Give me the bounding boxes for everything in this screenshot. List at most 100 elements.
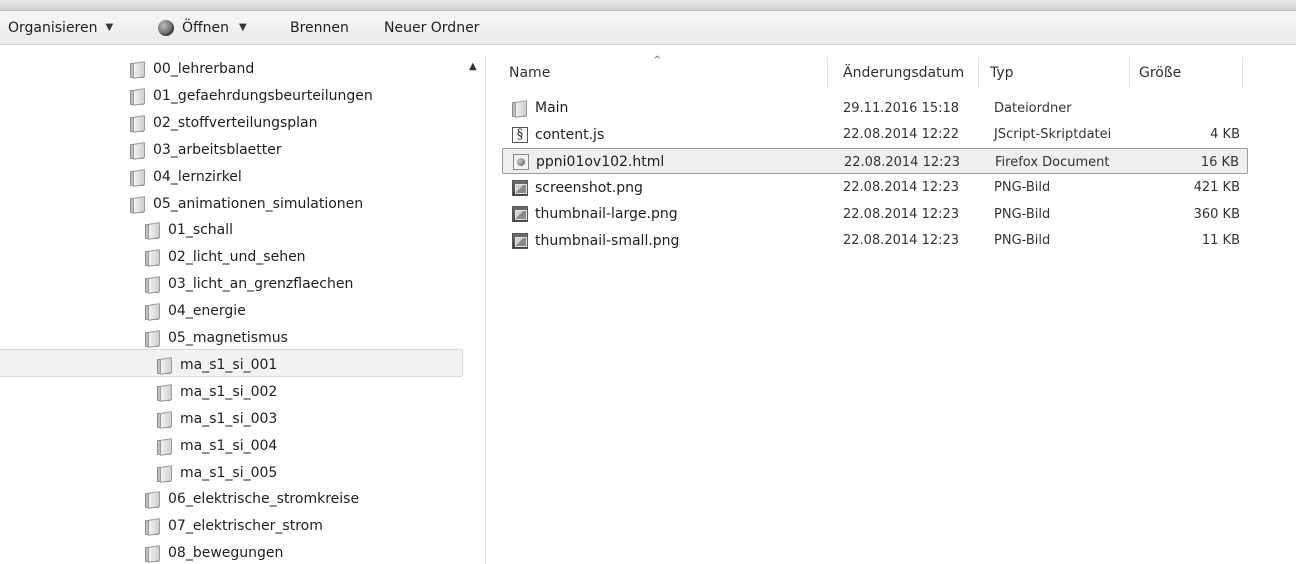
nav-tree-item-label: ma_s1_si_002 xyxy=(180,383,278,400)
file-name-cell: § content.js xyxy=(512,122,604,148)
scroll-up-arrow-icon[interactable]: ▲ xyxy=(469,61,477,72)
nav-tree-item[interactable]: 06_elektrische_stromkreise xyxy=(145,486,359,512)
nav-tree-item[interactable]: 00_lehrerband xyxy=(130,57,254,82)
file-date-cell: 29.11.2016 15:18 xyxy=(843,100,960,116)
nav-tree-item-label: 06_elektrische_stromkreise xyxy=(168,491,360,508)
folder-icon xyxy=(145,303,160,321)
nav-tree-item-label: 04_energie xyxy=(168,303,246,320)
new-folder-button[interactable]: Neuer Ordner xyxy=(384,11,479,44)
folder-icon xyxy=(512,100,527,118)
folder-icon xyxy=(145,330,160,348)
open-label: Öffnen xyxy=(182,19,230,36)
folder-icon xyxy=(145,276,160,295)
image-file-icon xyxy=(512,206,528,222)
sort-ascending-icon: ^ xyxy=(653,55,662,66)
nav-tree-item[interactable]: ma_s1_si_005 xyxy=(157,460,277,486)
file-name-cell: screenshot.png xyxy=(512,175,643,201)
column-header-name[interactable]: Name ^ xyxy=(487,55,828,89)
nav-tree-item[interactable]: 03_arbeitsblaetter xyxy=(130,137,282,163)
nav-tree-item[interactable]: ma_s1_si_001 xyxy=(157,352,277,378)
nav-tree-item[interactable]: 01_schall xyxy=(145,217,233,243)
folder-icon xyxy=(157,357,172,375)
column-header-type[interactable]: Typ xyxy=(979,57,1130,89)
file-row[interactable]: screenshot.png 22.08.2014 12:23 PNG-Bild 42… xyxy=(502,175,1248,201)
folder-icon xyxy=(157,437,172,456)
file-type-cell: PNG-Bild xyxy=(994,233,1051,248)
folder-icon xyxy=(130,195,145,214)
nav-tree-item[interactable]: 04_energie xyxy=(145,298,246,324)
column-header-size[interactable]: Größe xyxy=(1130,57,1243,89)
folder-icon xyxy=(130,88,145,106)
file-name-cell: thumbnail-large.png xyxy=(512,201,678,227)
folder-icon xyxy=(157,410,172,429)
folder-icon xyxy=(157,383,172,402)
file-size-cell: 16 KB xyxy=(1200,154,1239,170)
chevron-down-icon: ▼ xyxy=(105,22,114,33)
script-file-icon: § xyxy=(512,126,528,143)
folder-icon xyxy=(130,61,145,79)
nav-tree-item[interactable]: 07_elektrischer_strom xyxy=(145,513,323,539)
folder-icon xyxy=(145,222,160,241)
image-file-icon xyxy=(512,179,528,196)
nav-tree-item[interactable]: 01_gefaehrdungsbeurteilungen xyxy=(130,83,373,109)
nav-tree-item[interactable]: ma_s1_si_004 xyxy=(157,433,277,459)
command-bar: Organisieren ▼ Öffnen ▼ Brennen Neuer Or… xyxy=(0,11,1296,45)
nav-tree-item-label: ma_s1_si_003 xyxy=(180,410,278,427)
file-type-cell: PNG-Bild xyxy=(994,180,1051,195)
nav-tree-item-label: 02_stoffverteilungsplan xyxy=(153,114,318,131)
folder-icon xyxy=(145,491,160,510)
file-row[interactable]: thumbnail-small.png 22.08.2014 12:23 PNG-B… xyxy=(502,228,1248,254)
file-row[interactable]: § content.js 22.08.2014 12:22 JScript-Skrip… xyxy=(502,122,1248,148)
organize-label: Organisieren xyxy=(8,19,98,36)
file-date-cell: 22.08.2014 12:23 xyxy=(843,206,960,222)
file-size-cell: 421 KB xyxy=(1193,180,1240,195)
file-row[interactable]: ppni01ov102.html 22.08.2014 12:23 Firefox … xyxy=(502,148,1248,174)
file-date-cell: 22.08.2014 12:23 xyxy=(844,154,961,170)
nav-tree-item-label: 02_licht_und_sehen xyxy=(168,249,306,266)
new-folder-label: Neuer Ordner xyxy=(384,19,480,36)
nav-tree-item[interactable]: ma_s1_si_003 xyxy=(157,406,277,432)
folder-icon xyxy=(145,545,160,564)
nav-scrollbar[interactable]: ▲ xyxy=(465,57,486,564)
nav-tree-item-label: 08_bewegungen xyxy=(168,545,284,562)
folder-icon xyxy=(130,114,145,133)
nav-tree-item[interactable]: 02_stoffverteilungsplan xyxy=(130,110,318,136)
folder-icon xyxy=(145,518,160,537)
nav-tree-item-label: 03_arbeitsblaetter xyxy=(153,141,282,158)
nav-tree-item[interactable]: ma_s1_si_002 xyxy=(157,379,277,405)
window-top-border xyxy=(0,0,1296,11)
folder-icon xyxy=(130,141,145,160)
file-name-cell: thumbnail-small.png xyxy=(512,228,679,254)
nav-tree-item[interactable]: 02_licht_und_sehen xyxy=(145,244,306,270)
nav-tree-item-label: 05_magnetismus xyxy=(168,330,288,346)
file-type-cell: JScript-Skriptdatei xyxy=(994,127,1112,142)
nav-tree-item-label: ma_s1_si_004 xyxy=(180,437,278,454)
file-date-cell: 22.08.2014 12:22 xyxy=(843,127,960,142)
file-name-cell: ppni01ov102.html xyxy=(513,149,664,175)
chevron-down-icon: ▼ xyxy=(239,22,247,33)
column-header-modified[interactable]: Änderungsdatum xyxy=(828,57,979,89)
file-date-cell: 22.08.2014 12:23 xyxy=(843,233,960,248)
nav-tree-item[interactable]: 05_animationen_simulationen xyxy=(130,191,363,217)
nav-tree-item[interactable]: 05_magnetismus xyxy=(145,325,288,351)
file-row[interactable]: Main 29.11.2016 15:18 Dateiordner xyxy=(502,95,1248,121)
file-type-cell: Dateiordner xyxy=(994,100,1072,116)
organize-button[interactable]: Organisieren ▼ xyxy=(8,11,113,44)
nav-tree-item[interactable]: 04_lernzirkel xyxy=(130,164,242,190)
navigation-pane: 00_lehrerband 01_gefaehrdungsbeurteilunge… xyxy=(0,57,464,564)
nav-tree-item-label: ma_s1_si_005 xyxy=(180,464,278,481)
nav-tree-item-label: 05_animationen_simulationen xyxy=(153,195,364,212)
browser-globe-icon xyxy=(158,19,174,36)
nav-tree-item-label: 00_lehrerband xyxy=(153,61,255,77)
file-size-cell: 360 KB xyxy=(1193,206,1240,222)
column-header-row: Name ^ Änderungsdatum Typ Größe xyxy=(487,55,1296,89)
file-date-cell: 22.08.2014 12:23 xyxy=(843,180,960,195)
nav-tree-item[interactable]: 08_bewegungen xyxy=(145,540,283,564)
nav-tree-item-label: 07_elektrischer_strom xyxy=(168,518,323,535)
file-row[interactable]: thumbnail-large.png 22.08.2014 12:23 PNG-B… xyxy=(502,201,1248,227)
folder-icon xyxy=(157,464,172,483)
burn-button[interactable]: Brennen xyxy=(290,11,349,44)
file-size-cell: 4 KB xyxy=(1210,127,1240,142)
open-button[interactable]: Öffnen ▼ xyxy=(158,11,247,44)
nav-tree-item[interactable]: 03_licht_an_grenzflaechen xyxy=(145,271,353,297)
